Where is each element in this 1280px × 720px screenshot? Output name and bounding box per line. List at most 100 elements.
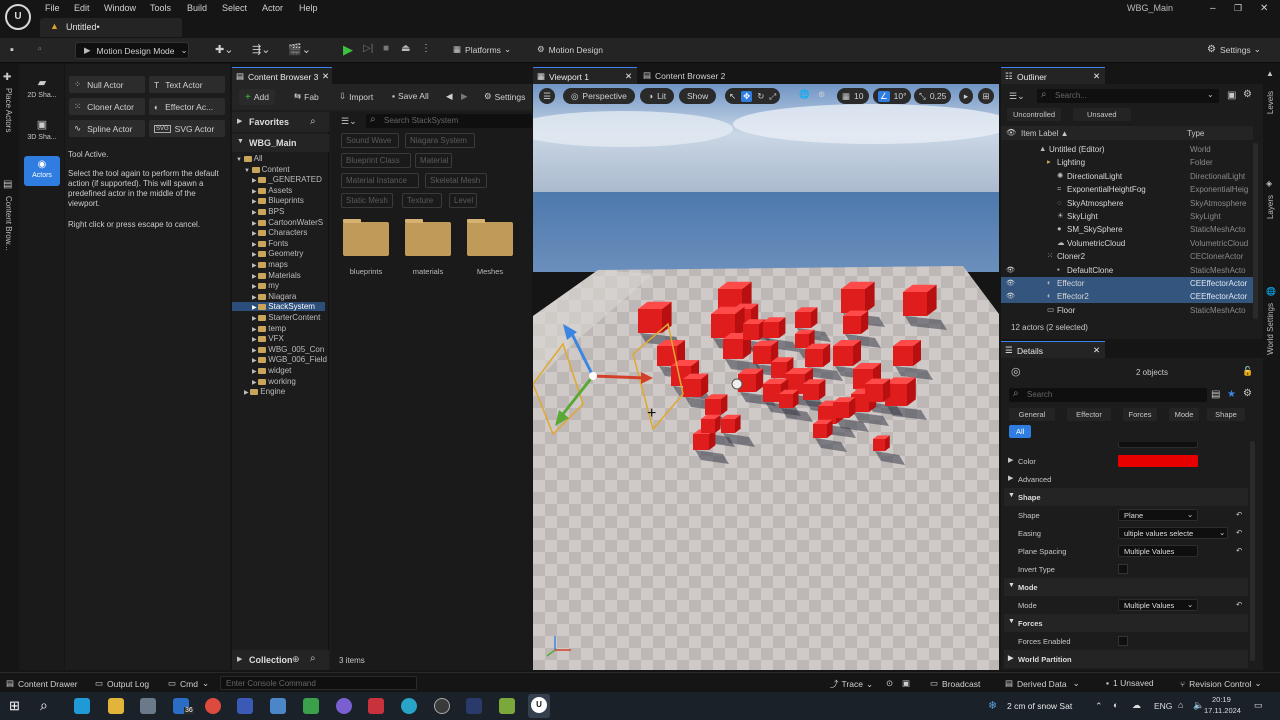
add-actor-icon[interactable]: ✚⌄ (215, 43, 233, 56)
menu-build[interactable]: Build (187, 3, 207, 13)
weather-text[interactable]: 2 cm of snow Sat (1007, 701, 1072, 711)
windows-start-icon[interactable]: ⊞ (9, 698, 20, 714)
step-icon[interactable]: ▷| (363, 43, 373, 54)
filter-icon[interactable]: ☰⌄ (341, 116, 357, 127)
visibility-icon[interactable]: 👁 (1006, 279, 1015, 287)
menu-actor[interactable]: Actor (262, 3, 283, 13)
detail-filter-tab[interactable]: Effector (1067, 408, 1111, 421)
rotate-tool-icon[interactable]: ↻ (757, 91, 764, 102)
close-tab-icon[interactable]: ✕ (322, 71, 329, 82)
fab-button[interactable]: ⇆ Fab (294, 91, 319, 102)
import-button[interactable]: ⇩ Import (339, 91, 373, 102)
cmd-dropdown[interactable]: ▭ Cmd ⌄ (168, 678, 209, 689)
output-log-button[interactable]: ▭ Output Log (95, 678, 149, 689)
calculator-icon[interactable] (270, 698, 286, 714)
advanced-label[interactable]: Advanced (1018, 475, 1051, 484)
visibility-icon[interactable]: 👁 (1006, 266, 1015, 274)
details-scrollbar[interactable] (1250, 441, 1255, 661)
outliner-row[interactable]: ◌ SkyAtmosphere SkyAtmosphere (1001, 197, 1256, 210)
maximize-icon[interactable]: ❐ (1234, 3, 1242, 14)
notifications-icon[interactable]: ▭ (1254, 700, 1263, 711)
svg-actor-button[interactable]: SVG SVG Actor (149, 120, 225, 137)
close-tab-icon[interactable]: ✕ (625, 71, 632, 82)
broadcast-button[interactable]: ▭ Broadcast (930, 678, 980, 689)
table-view-icon[interactable]: ▤ (1211, 389, 1220, 400)
menu-file[interactable]: File (45, 3, 60, 13)
mode-actors[interactable]: ◉ Actors (24, 156, 60, 186)
null-actor-button[interactable]: ⁘ Null Actor (69, 76, 145, 93)
clock-date[interactable]: 17.11.2024 (1204, 706, 1241, 715)
tree-item-content[interactable]: ▼ Content (244, 165, 290, 174)
column-type[interactable]: Type (1187, 129, 1204, 138)
tree-item-folder[interactable]: ▶ StackSystem (232, 302, 325, 312)
unsaved-status-button[interactable]: ▪ 1 Unsaved (1106, 678, 1154, 688)
more-options-icon[interactable]: ⋮ (421, 43, 431, 54)
close-tab-icon[interactable]: ✕ (1093, 345, 1100, 356)
language-indicator[interactable]: ENG (1154, 701, 1172, 711)
tray-chevron-icon[interactable]: ⌃ (1095, 701, 1103, 712)
tree-item-folder[interactable]: ▶ Materials (252, 271, 301, 280)
tree-item-folder[interactable]: ▶ Assets (252, 186, 292, 195)
app-icon[interactable] (303, 698, 319, 714)
file-explorer-icon[interactable] (108, 698, 124, 714)
onedrive-icon[interactable]: ☁ (1132, 700, 1141, 711)
motion-design-button[interactable]: ⚙ Motion Design (537, 44, 603, 55)
tree-item-engine[interactable]: ▶ Engine (244, 387, 285, 396)
detail-filter-tab[interactable]: Shape (1207, 408, 1245, 421)
visibility-icon[interactable]: 👁 (1006, 292, 1015, 300)
asset-folder[interactable]: materials (403, 219, 455, 282)
filter-chip[interactable]: Sound Wave (341, 133, 399, 148)
tree-item-folder[interactable]: ▶ working (252, 377, 296, 386)
gear-icon[interactable]: ⚙ (1243, 388, 1252, 399)
filter-chip[interactable]: Material (415, 153, 452, 168)
clock-time[interactable]: 20:19 (1212, 695, 1231, 704)
mode-3d-shapes[interactable]: ▣ 3D Sha... (23, 118, 61, 154)
spline-actor-button[interactable]: ∿ Spline Actor (69, 120, 145, 137)
cloner-actor-button[interactable]: ⁙ Cloner Actor (69, 98, 145, 115)
outliner-row[interactable]: ☁ VolumetricCloud VolumetricCloud (1001, 237, 1256, 250)
outliner-row[interactable]: ▭ Floor StaticMeshActo (1001, 304, 1256, 317)
tree-item-folder[interactable]: ▶ _GENERATED (252, 175, 322, 184)
blueprint-icon[interactable]: ⇶⌄ (252, 43, 270, 56)
column-item-label[interactable]: Item Label ▲ (1021, 129, 1069, 138)
tree-item-folder[interactable]: ▶ Geometry (252, 249, 303, 258)
app-icon[interactable] (401, 698, 417, 714)
settings-button[interactable]: ⚙ Settings ⌄ (1207, 44, 1261, 55)
search-icon[interactable]: ⌕ (40, 697, 48, 714)
tree-item-folder[interactable]: ▶ VFX (252, 334, 284, 343)
mode-selector[interactable]: ▶ Motion Design Mode ⌄ (75, 42, 189, 59)
outliner-row[interactable]: ✺ DirectionalLight DirectionalLight (1001, 170, 1256, 183)
outliner-row[interactable]: ≈ ExponentialHeightFog ExponentialHeig (1001, 183, 1256, 196)
filter-chip[interactable]: Material Instance (341, 173, 419, 188)
history-back-icon[interactable]: ◀ (446, 91, 453, 102)
mode-2d-shapes[interactable]: ▰ 2D Sha... (23, 76, 61, 112)
text-actor-button[interactable]: T Text Actor (149, 76, 225, 93)
world-partition-header[interactable]: ▶ World Partition (1004, 650, 1248, 668)
browse-icon[interactable]: ▫ (38, 44, 42, 55)
stop-icon[interactable]: ■ (383, 43, 389, 54)
camera-speed-icon[interactable]: ▸ (959, 88, 973, 104)
outliner-row[interactable]: ● SM_SkySphere StaticMeshActo (1001, 223, 1256, 236)
expand-icon[interactable]: ▶ (1008, 474, 1013, 482)
detail-filter-tab[interactable]: Mode (1169, 408, 1199, 421)
asset-folder[interactable]: blueprints (341, 219, 393, 282)
mode-section-header[interactable]: ▼ Mode (1004, 578, 1248, 596)
filter-chip[interactable]: Blueprint Class (341, 153, 411, 168)
filter-chip[interactable]: Static Mesh (341, 193, 393, 208)
scale-tool-icon[interactable]: ⤢ (769, 91, 776, 102)
uncontrolled-button[interactable]: Uncontrolled (1007, 108, 1062, 121)
outliner-scrollbar[interactable] (1253, 143, 1258, 319)
screenshot-icon[interactable]: ▣ (902, 678, 910, 689)
menu-edit[interactable]: Edit (74, 3, 90, 13)
close-tab-icon[interactable]: ✕ (1093, 71, 1100, 82)
close-window-icon[interactable]: ✕ (1260, 3, 1268, 14)
unreal-logo-icon[interactable]: U (5, 4, 31, 30)
detail-filter-tab[interactable]: General (1009, 408, 1055, 421)
tree-item-folder[interactable]: ▶ Characters (252, 228, 307, 237)
viewport-menu-icon[interactable]: ☰ (539, 88, 555, 104)
outliner-row[interactable]: ▲ Untitled (Editor) World (1001, 143, 1256, 156)
save-icon[interactable]: ▪ (10, 44, 14, 56)
app-icon[interactable] (434, 698, 450, 714)
tab-content-browser-2[interactable]: ▤ Content Browser 2 (639, 67, 749, 84)
tree-item-folder[interactable]: ▶ CartoonWaterS (252, 218, 323, 227)
